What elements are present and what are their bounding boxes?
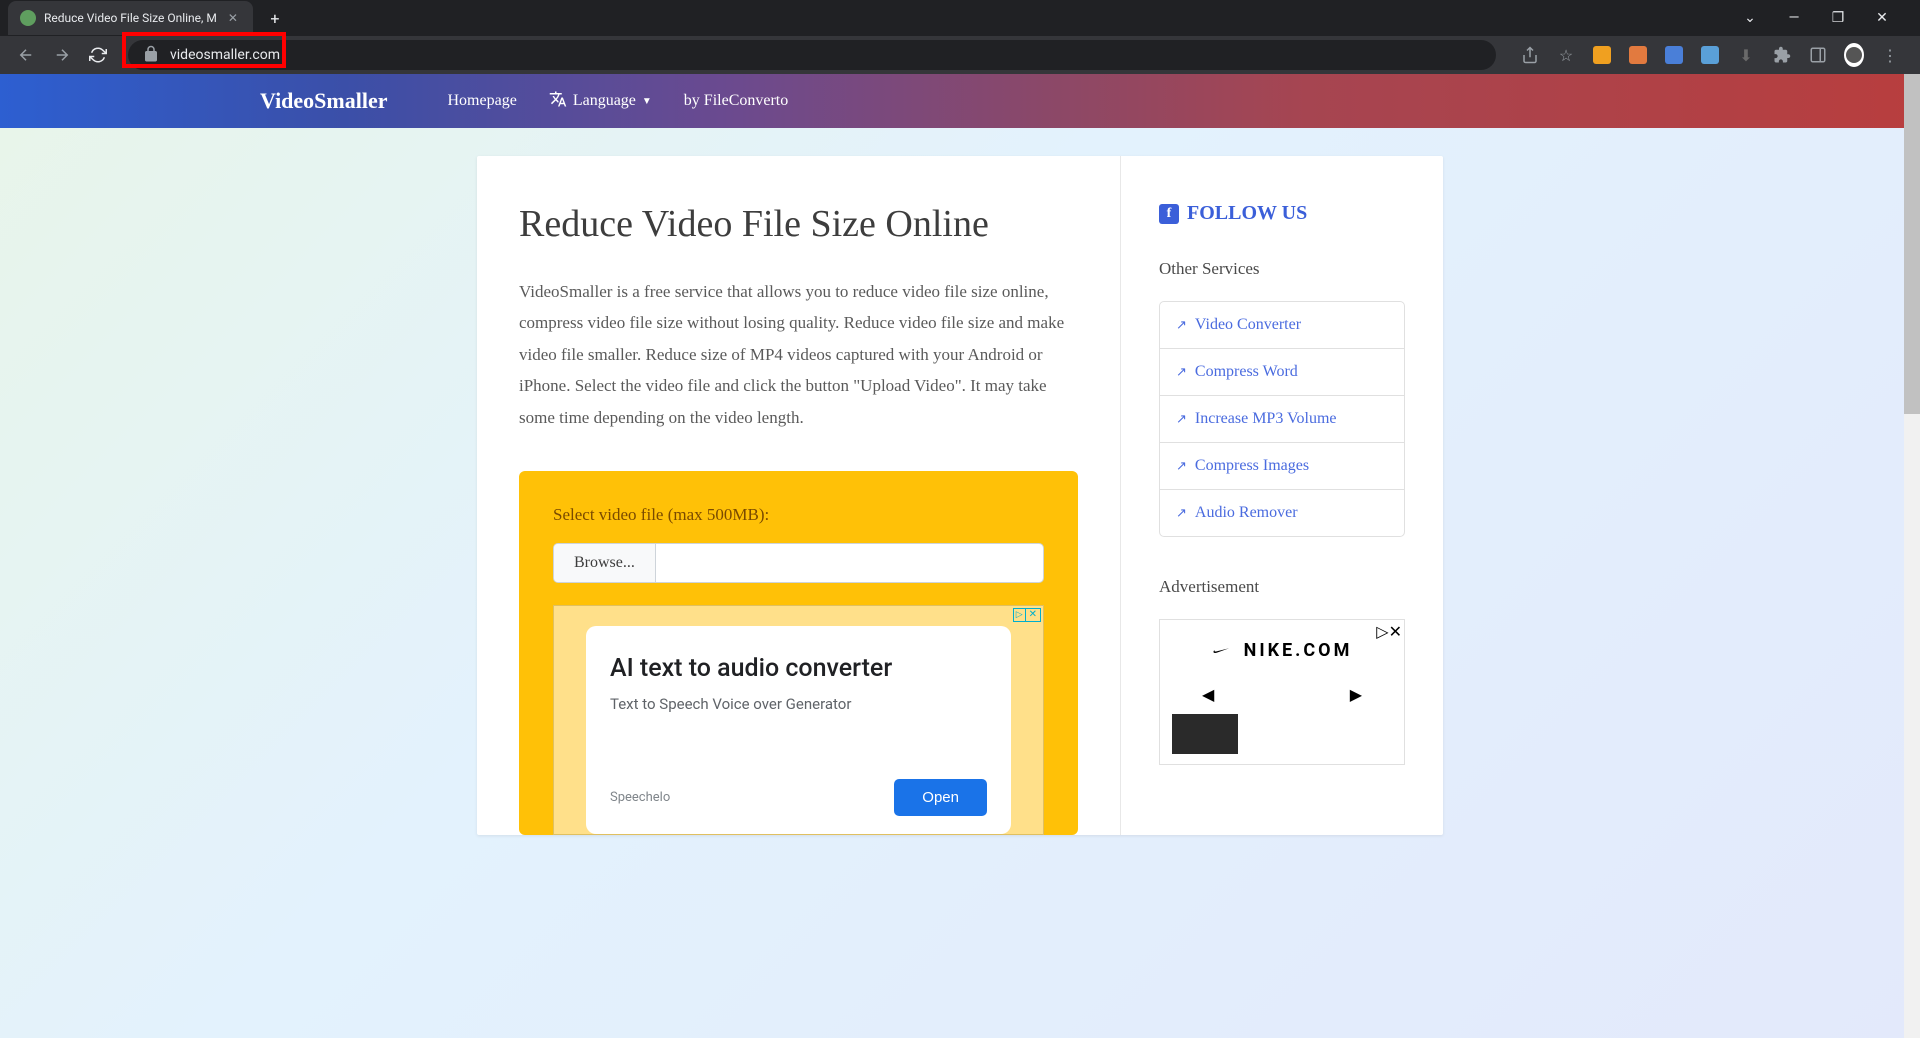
facebook-icon: f [1159, 204, 1179, 224]
upload-panel: Select video file (max 500MB): Browse...… [519, 471, 1078, 835]
extension-icon-1[interactable] [1592, 45, 1612, 65]
maximize-icon[interactable]: ❐ [1828, 10, 1848, 26]
extensions-puzzle-icon[interactable] [1772, 45, 1792, 65]
upload-label: Select video file (max 500MB): [553, 505, 1044, 525]
external-link-icon: ↗ [1176, 317, 1187, 333]
share-icon[interactable] [1520, 45, 1540, 65]
ad-carousel-nav: ◀ ▶ [1172, 685, 1392, 714]
back-button[interactable] [12, 41, 40, 69]
nike-logo-row: NIKE.COM [1172, 640, 1392, 661]
service-list: ↗ Video Converter ↗ Compress Word ↗ Incr… [1159, 301, 1405, 537]
external-link-icon: ↗ [1176, 364, 1187, 380]
window-controls: ⌄ ― ❐ ✕ [1740, 10, 1912, 26]
lock-icon [142, 45, 160, 66]
external-link-icon: ↗ [1176, 505, 1187, 521]
adchoices-badge[interactable]: ▷ ✕ [1376, 622, 1402, 641]
side-panel-icon[interactable] [1808, 45, 1828, 65]
nike-text: NIKE.COM [1244, 640, 1353, 661]
bookmark-star-icon[interactable]: ☆ [1556, 45, 1576, 65]
chrome-menu-icon[interactable]: ⋮ [1880, 45, 1900, 65]
language-icon [549, 90, 567, 113]
main-column: Reduce Video File Size Online VideoSmall… [477, 156, 1121, 835]
adchoices-icon[interactable]: ▷ [1376, 622, 1388, 641]
browser-tab[interactable]: Reduce Video File Size Online, M ✕ [8, 1, 253, 35]
file-path-display [656, 544, 1043, 582]
service-increase-mp3[interactable]: ↗ Increase MP3 Volume [1160, 396, 1404, 443]
extension-icon-4[interactable] [1700, 45, 1720, 65]
address-bar[interactable]: videosmaller.com [128, 40, 1496, 70]
sidebar-ad[interactable]: ▷ ✕ NIKE.COM ◀ ▶ [1159, 619, 1405, 765]
carousel-next-icon[interactable]: ▶ [1350, 685, 1362, 704]
tab-search-icon[interactable]: ⌄ [1740, 10, 1760, 26]
tab-strip: Reduce Video File Size Online, M ✕ + ⌄ ―… [0, 0, 1920, 36]
nav-homepage[interactable]: Homepage [432, 92, 533, 110]
carousel-prev-icon[interactable]: ◀ [1202, 685, 1214, 704]
extension-icon-2[interactable] [1628, 45, 1648, 65]
nav-by-fileconverto[interactable]: by FileConverto [668, 92, 804, 110]
tab-title: Reduce Video File Size Online, M [44, 11, 217, 25]
reload-button[interactable] [84, 41, 112, 69]
ad-title: AI text to audio converter [610, 654, 987, 683]
extension-icon-3[interactable] [1664, 45, 1684, 65]
download-icon[interactable]: ⬇ [1736, 45, 1756, 65]
other-services-heading: Other Services [1159, 259, 1405, 279]
external-link-icon: ↗ [1176, 458, 1187, 474]
service-compress-word[interactable]: ↗ Compress Word [1160, 349, 1404, 396]
forward-button[interactable] [48, 41, 76, 69]
page-viewport: VideoSmaller Homepage Language ▼ by File… [0, 74, 1920, 1038]
browse-button[interactable]: Browse... [554, 544, 656, 582]
site-brand[interactable]: VideoSmaller [260, 88, 388, 114]
ad-open-button[interactable]: Open [894, 779, 987, 816]
favicon-icon [20, 10, 36, 26]
page-title: Reduce Video File Size Online [519, 202, 1078, 246]
service-compress-images[interactable]: ↗ Compress Images [1160, 443, 1404, 490]
intro-text: VideoSmaller is a free service that allo… [519, 276, 1078, 433]
scrollbar-thumb[interactable] [1904, 74, 1920, 414]
caret-down-icon: ▼ [642, 96, 652, 107]
site-header: VideoSmaller Homepage Language ▼ by File… [0, 74, 1920, 128]
ad-close-icon[interactable]: ✕ [1389, 622, 1402, 641]
external-link-icon: ↗ [1176, 411, 1187, 427]
follow-us-link[interactable]: f FOLLOW US [1159, 202, 1405, 225]
nav-language-dropdown[interactable]: Language ▼ [533, 90, 668, 113]
ad-product-image [1172, 714, 1392, 754]
scrollbar-track[interactable] [1904, 74, 1920, 1038]
ad-brand: Speechelo [610, 790, 670, 805]
sidebar-column: f FOLLOW US Other Services ↗ Video Conve… [1121, 156, 1443, 835]
nike-swoosh-icon [1212, 642, 1230, 660]
browser-toolbar: videosmaller.com ☆ ⬇ ⋮ [0, 36, 1920, 74]
inline-ad-frame: ▷ ✕ AI text to audio converter Text to S… [553, 605, 1044, 835]
new-tab-button[interactable]: + [261, 4, 289, 32]
service-video-converter[interactable]: ↗ Video Converter [1160, 302, 1404, 349]
ad-close-icon[interactable]: ✕ [1025, 608, 1041, 622]
ad-card[interactable]: AI text to audio converter Text to Speec… [586, 626, 1011, 834]
minimize-icon[interactable]: ― [1784, 10, 1804, 26]
profile-avatar[interactable] [1844, 45, 1864, 65]
file-input[interactable]: Browse... [553, 543, 1044, 583]
close-window-icon[interactable]: ✕ [1872, 10, 1892, 26]
close-tab-icon[interactable]: ✕ [225, 10, 241, 26]
advertisement-heading: Advertisement [1159, 577, 1405, 597]
adchoices-badge[interactable]: ▷ ✕ [1013, 608, 1041, 622]
url-text: videosmaller.com [170, 47, 280, 63]
ad-subtitle: Text to Speech Voice over Generator [610, 695, 987, 713]
service-audio-remover[interactable]: ↗ Audio Remover [1160, 490, 1404, 536]
